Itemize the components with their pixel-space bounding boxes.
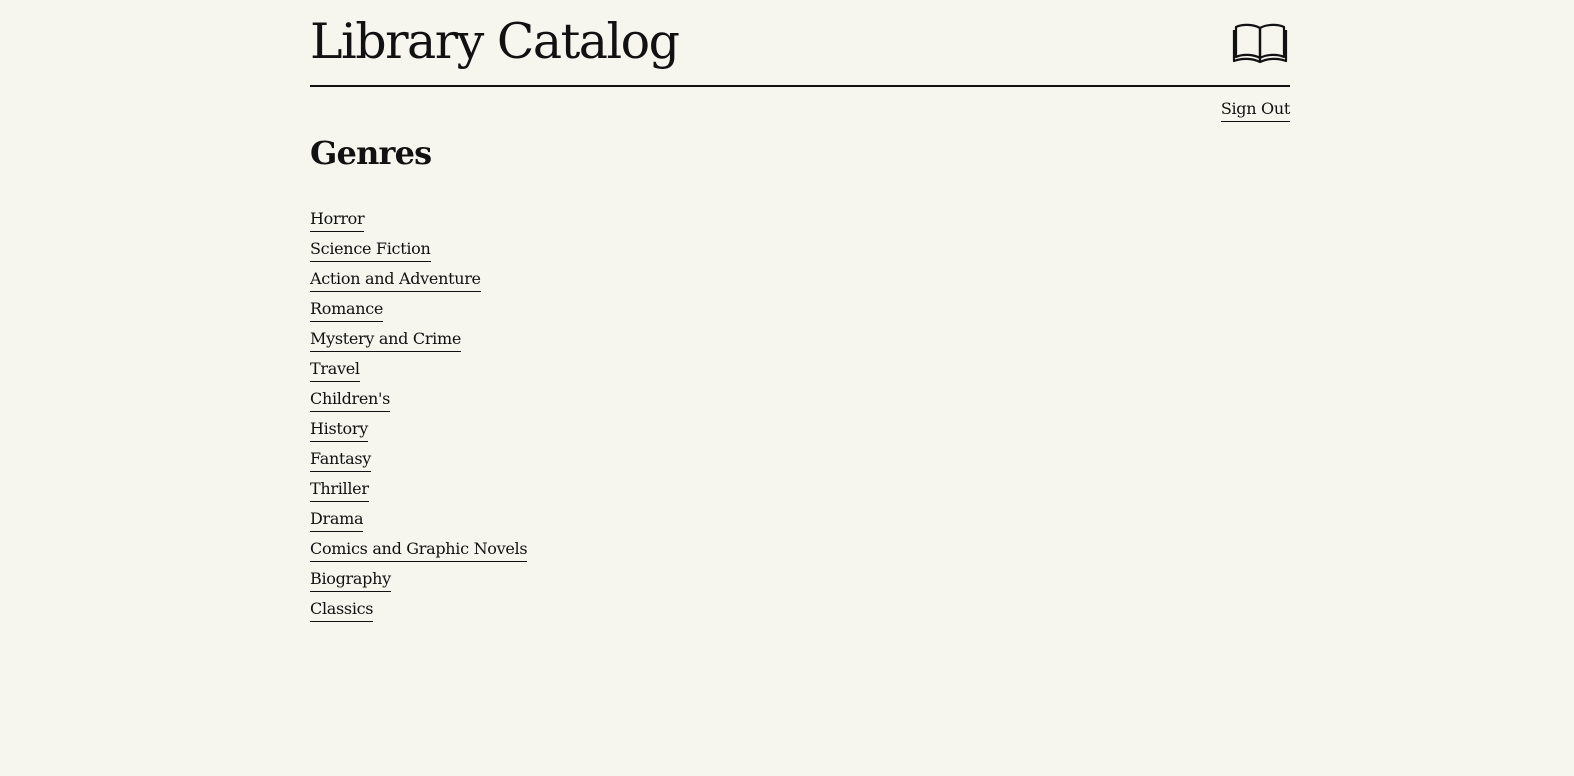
genre-link-mystery-and-crime[interactable]: Mystery and Crime	[310, 329, 461, 352]
genre-link-history[interactable]: History	[310, 419, 368, 442]
site-title: Library Catalog	[310, 13, 680, 70]
list-item: Romance	[310, 299, 1290, 329]
genre-link-classics[interactable]: Classics	[310, 599, 374, 622]
genre-link-romance[interactable]: Romance	[310, 299, 383, 322]
list-item: Travel	[310, 359, 1290, 389]
list-item: History	[310, 419, 1290, 449]
page-container: Library Catalog Sign Out Genres Horror S…	[310, 0, 1290, 629]
genre-link-action-and-adventure[interactable]: Action and Adventure	[310, 269, 481, 292]
list-item: Drama	[310, 509, 1290, 539]
list-item: Fantasy	[310, 449, 1290, 479]
genre-link-childrens[interactable]: Children's	[310, 389, 390, 412]
genres-heading: Genres	[310, 134, 432, 172]
list-item: Science Fiction	[310, 239, 1290, 269]
genre-link-fantasy[interactable]: Fantasy	[310, 449, 371, 472]
genre-link-comics-and-graphic-novels[interactable]: Comics and Graphic Novels	[310, 539, 528, 562]
account-bar: Sign Out	[310, 87, 1290, 127]
genre-link-drama[interactable]: Drama	[310, 509, 364, 532]
list-item: Biography	[310, 569, 1290, 599]
genre-link-science-fiction[interactable]: Science Fiction	[310, 239, 431, 262]
genre-link-travel[interactable]: Travel	[310, 359, 360, 382]
genre-link-horror[interactable]: Horror	[310, 209, 365, 232]
list-item: Comics and Graphic Novels	[310, 539, 1290, 569]
open-book-icon	[1232, 23, 1288, 64]
list-item: Children's	[310, 389, 1290, 419]
list-item: Thriller	[310, 479, 1290, 509]
genre-link-thriller[interactable]: Thriller	[310, 479, 369, 502]
sign-out-link[interactable]: Sign Out	[1220, 99, 1290, 122]
list-item: Mystery and Crime	[310, 329, 1290, 359]
list-item: Action and Adventure	[310, 269, 1290, 299]
genre-link-biography[interactable]: Biography	[310, 569, 391, 592]
list-item: Horror	[310, 209, 1290, 239]
list-item: Classics	[310, 599, 1290, 629]
site-header: Library Catalog	[310, 0, 1290, 87]
genre-list: Horror Science Fiction Action and Advent…	[310, 209, 1290, 629]
